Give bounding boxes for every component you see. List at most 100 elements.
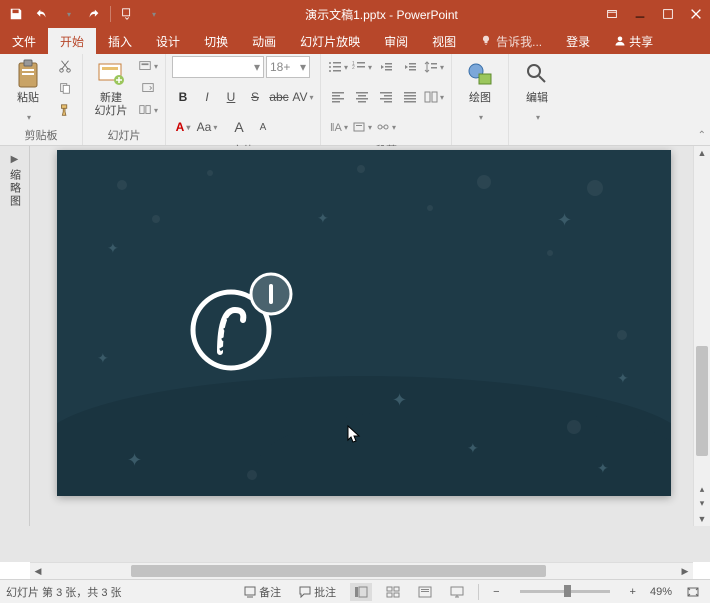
slide-editor[interactable]: ✦ ✦ ✦ ✦ ✦ ✦ ✦ ✦ ✦ ▲ ▼	[30, 146, 710, 526]
paste-dropdown[interactable]	[25, 107, 31, 125]
text-shadow-button[interactable]: S	[244, 86, 266, 108]
drawing-dropdown[interactable]	[477, 107, 483, 125]
increase-indent-button[interactable]	[399, 56, 421, 78]
qat-customize-icon[interactable]	[141, 2, 165, 26]
tab-home[interactable]: 开始	[48, 28, 96, 54]
prev-slide-icon[interactable]: ▴	[693, 482, 710, 496]
share-button[interactable]: 共享	[602, 28, 665, 54]
tab-view[interactable]: 视图	[420, 28, 468, 54]
step-number-badge[interactable]	[249, 272, 293, 316]
thumbnails-pane-collapsed[interactable]: ▶ 缩略图	[0, 146, 30, 526]
align-text-button[interactable]	[351, 116, 373, 138]
paste-button[interactable]: 粘贴	[6, 56, 50, 127]
star-shape: ✦	[392, 390, 407, 411]
scroll-right-icon[interactable]: ▶	[677, 563, 693, 579]
redo-icon[interactable]	[82, 2, 106, 26]
tab-tellme[interactable]: 告诉我...	[468, 28, 554, 54]
shrink-font-button[interactable]: A	[252, 116, 274, 138]
numbering-button[interactable]: 12	[351, 56, 373, 78]
signin-button[interactable]: 登录	[554, 28, 602, 54]
strikethrough-button[interactable]: abc	[268, 86, 290, 108]
tab-slideshow[interactable]: 幻灯片放映	[288, 28, 372, 54]
star-shape: ✦	[317, 210, 329, 227]
italic-button[interactable]: I	[196, 86, 218, 108]
fit-to-window-button[interactable]	[682, 586, 704, 598]
editing-dropdown[interactable]	[534, 107, 540, 125]
separator	[110, 6, 111, 22]
tab-review[interactable]: 审阅	[372, 28, 420, 54]
copy-button[interactable]	[54, 78, 76, 98]
zoom-level[interactable]: 49%	[650, 586, 672, 598]
align-right-button[interactable]	[375, 86, 397, 108]
minimize-icon[interactable]	[626, 2, 654, 26]
snow-dot	[152, 215, 160, 223]
horizontal-scrollbar[interactable]: ◀ ▶	[30, 562, 693, 579]
shapes-icon	[464, 58, 496, 90]
maximize-icon[interactable]	[654, 2, 682, 26]
bullets-button[interactable]	[327, 56, 349, 78]
grow-font-button[interactable]: A	[228, 116, 250, 138]
next-slide-icon[interactable]: ▾	[693, 496, 710, 510]
align-left-button[interactable]	[327, 86, 349, 108]
slide-counter[interactable]: 幻灯片 第 3 张，共 3 张	[6, 584, 122, 600]
notes-button[interactable]: 备注	[240, 584, 285, 600]
comments-button[interactable]: 批注	[295, 584, 340, 600]
tab-animations[interactable]: 动画	[240, 28, 288, 54]
scroll-thumb-h[interactable]	[131, 565, 546, 577]
slideshow-button[interactable]	[446, 583, 468, 601]
reset-button[interactable]	[137, 78, 159, 98]
thumbnails-label: 缩略图	[7, 169, 23, 208]
tab-file[interactable]: 文件	[0, 28, 48, 54]
text-direction-button[interactable]: ‖A	[327, 116, 349, 138]
scroll-up-icon[interactable]: ▲	[696, 146, 708, 160]
undo-icon[interactable]	[30, 2, 54, 26]
line-spacing-button[interactable]	[423, 56, 445, 78]
cut-button[interactable]	[54, 56, 76, 76]
slide-sorter-button[interactable]	[382, 583, 404, 601]
zoom-slider[interactable]	[520, 590, 610, 593]
smartart-button[interactable]	[375, 116, 397, 138]
tab-insert[interactable]: 插入	[96, 28, 144, 54]
start-from-beginning-icon[interactable]	[115, 2, 139, 26]
font-family-dropdown[interactable]: ▾	[172, 56, 264, 78]
zoom-knob[interactable]	[564, 585, 571, 597]
tab-transitions[interactable]: 切换	[192, 28, 240, 54]
layout-button[interactable]	[137, 56, 159, 76]
bold-button[interactable]: B	[172, 86, 194, 108]
font-color-button[interactable]: A	[172, 116, 194, 138]
save-icon[interactable]	[4, 2, 28, 26]
collapse-ribbon-icon[interactable]: ⌃	[698, 130, 706, 141]
decrease-indent-button[interactable]	[375, 56, 397, 78]
vertical-scrollbar[interactable]: ▲ ▼	[693, 146, 710, 526]
char-spacing-button[interactable]: AV	[292, 86, 314, 108]
reading-view-button[interactable]	[414, 583, 436, 601]
editing-button[interactable]: 编辑	[515, 56, 559, 127]
tab-design[interactable]: 设计	[144, 28, 192, 54]
scroll-thumb[interactable]	[696, 346, 708, 456]
align-center-button[interactable]	[351, 86, 373, 108]
zoom-out-button[interactable]: −	[489, 586, 503, 598]
change-case-button[interactable]: Aa	[196, 116, 218, 138]
star-shape: ✦	[597, 460, 609, 477]
zoom-in-button[interactable]: +	[626, 586, 640, 598]
drawing-button[interactable]: 绘图	[458, 56, 502, 127]
slide-canvas[interactable]: ✦ ✦ ✦ ✦ ✦ ✦ ✦ ✦ ✦	[57, 150, 671, 496]
snow-dot	[547, 250, 553, 256]
columns-button[interactable]	[423, 86, 445, 108]
scroll-down-icon[interactable]: ▼	[696, 512, 708, 526]
star-shape: ✦	[97, 350, 109, 367]
ribbon-options-icon[interactable]	[598, 2, 626, 26]
scroll-left-icon[interactable]: ◀	[30, 563, 46, 579]
star-shape: ✦	[557, 210, 572, 231]
notes-splitter-area[interactable]	[0, 526, 710, 562]
underline-button[interactable]: U	[220, 86, 242, 108]
undo-dropdown-icon[interactable]	[56, 2, 80, 26]
new-slide-button[interactable]: 新建 幻灯片	[89, 56, 133, 120]
font-size-dropdown[interactable]: 18+▾	[266, 56, 310, 78]
justify-button[interactable]	[399, 86, 421, 108]
section-button[interactable]	[137, 100, 159, 120]
format-painter-button[interactable]	[54, 100, 76, 120]
close-icon[interactable]	[682, 2, 710, 26]
normal-view-button[interactable]	[350, 583, 372, 601]
workspace: ▶ 缩略图 ✦ ✦ ✦ ✦ ✦ ✦ ✦ ✦ ✦	[0, 146, 710, 526]
